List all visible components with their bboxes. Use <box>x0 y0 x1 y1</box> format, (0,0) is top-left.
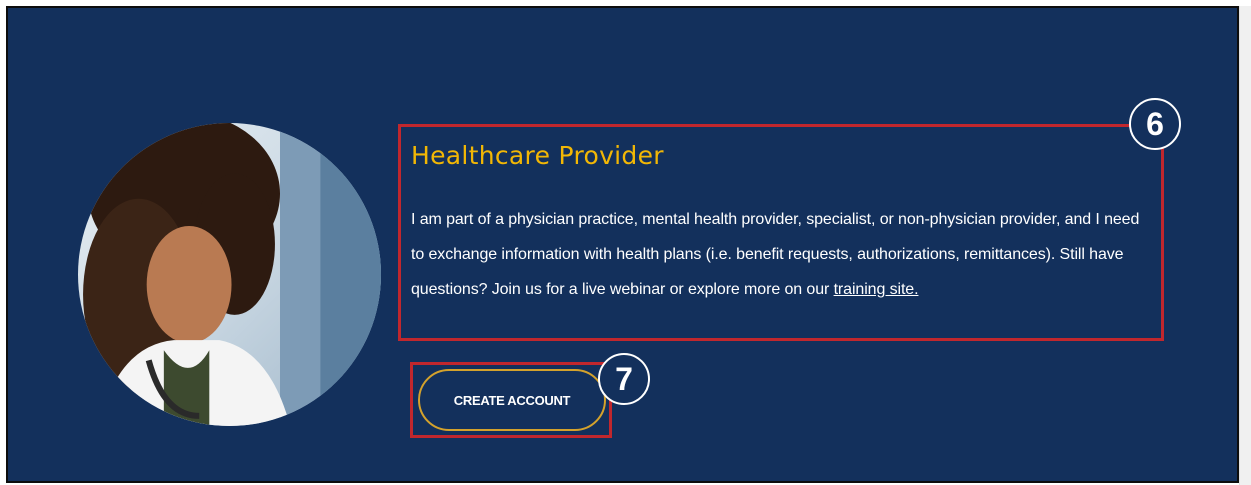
training-site-link[interactable]: training site. <box>834 281 919 298</box>
callout-badge-6: 6 <box>1129 98 1181 150</box>
healthcare-provider-photo <box>78 123 381 426</box>
create-account-button[interactable]: CREATE ACCOUNT <box>418 369 606 431</box>
callout-badge-7: 7 <box>598 353 650 405</box>
section-description: I am part of a physician practice, menta… <box>411 202 1153 307</box>
description-text: I am part of a physician practice, menta… <box>411 211 1140 298</box>
section-heading: Healthcare Provider <box>411 141 664 170</box>
scrollbar[interactable] <box>1239 6 1251 485</box>
